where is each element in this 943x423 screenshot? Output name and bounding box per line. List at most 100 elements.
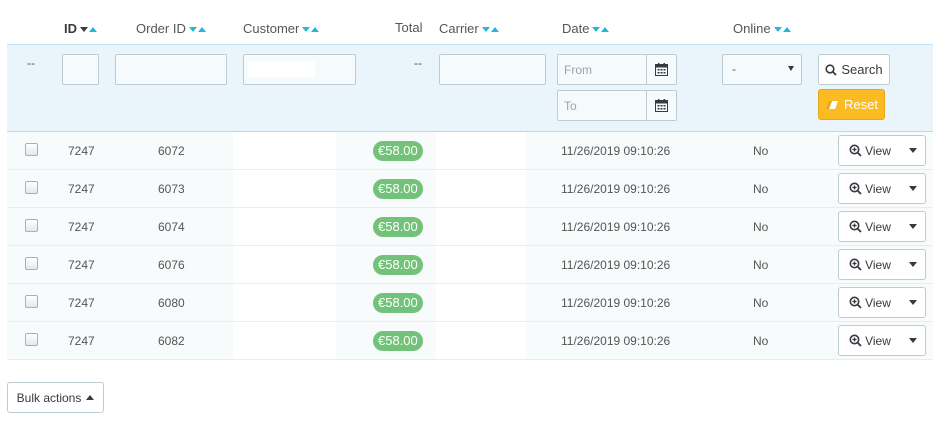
bulk-actions-button[interactable]: Bulk actions: [7, 382, 104, 413]
calendar-icon[interactable]: [646, 54, 677, 85]
row-id: 7247: [68, 182, 95, 196]
zoom-in-icon: [849, 220, 862, 233]
customer-filter-redaction: [248, 61, 315, 77]
total-badge: €58.00: [373, 293, 423, 313]
view-button[interactable]: View: [839, 174, 901, 203]
filter-total-dash: --: [414, 56, 422, 70]
row-date: 11/26/2019 09:10:26: [561, 182, 671, 196]
row-online: No: [753, 334, 769, 348]
total-badge: €58.00: [373, 179, 423, 199]
row-date: 11/26/2019 09:10:26: [561, 144, 671, 158]
row-id: 7247: [68, 144, 95, 158]
chevron-down-icon[interactable]: [901, 174, 925, 203]
view-button[interactable]: View: [839, 212, 901, 241]
row-actions: View: [838, 135, 926, 166]
row-checkbox[interactable]: [25, 219, 38, 232]
row-checkbox[interactable]: [25, 333, 38, 346]
col-id-header[interactable]: ID: [64, 20, 97, 36]
row-order-id: 6082: [158, 334, 185, 348]
row-actions: View: [838, 173, 926, 204]
date-from-input[interactable]: [557, 54, 647, 85]
filter-online-select[interactable]: -: [722, 54, 802, 85]
row-date: 11/26/2019 09:10:26: [561, 296, 671, 310]
table-header: ID Order ID Customer Total Carrier Date …: [0, 0, 933, 44]
row-actions: View: [838, 249, 926, 280]
zoom-in-icon: [849, 296, 862, 309]
chevron-down-icon[interactable]: [901, 250, 925, 279]
table-row: 7247 6082 €58.00 11/26/2019 09:10:26 No …: [7, 322, 933, 360]
row-checkbox[interactable]: [25, 257, 38, 270]
sort-icon[interactable]: [188, 20, 206, 35]
filter-checkbox-dash: --: [27, 56, 35, 70]
row-id: 7247: [68, 220, 95, 234]
col-online-header[interactable]: Online: [733, 20, 791, 36]
row-order-id: 6076: [158, 258, 185, 272]
view-button[interactable]: View: [839, 288, 901, 317]
row-actions: View: [838, 211, 926, 242]
col-customer-header[interactable]: Customer: [243, 20, 320, 36]
sort-icon[interactable]: [592, 20, 610, 35]
chevron-down-icon[interactable]: [901, 326, 925, 355]
total-badge: €58.00: [373, 217, 423, 237]
reset-button[interactable]: Reset: [818, 89, 885, 120]
row-online: No: [753, 220, 769, 234]
row-date: 11/26/2019 09:10:26: [561, 220, 671, 234]
chevron-up-icon: [86, 395, 95, 400]
col-total-header: Total: [395, 20, 423, 35]
sort-icon[interactable]: [302, 20, 320, 35]
row-order-id: 6073: [158, 182, 185, 196]
date-from-group: [557, 54, 677, 85]
row-actions: View: [838, 287, 926, 318]
filter-carrier-input[interactable]: [439, 54, 546, 85]
sort-icon[interactable]: [773, 20, 791, 35]
date-to-input[interactable]: [557, 90, 647, 121]
search-icon: [825, 63, 838, 76]
view-button[interactable]: View: [839, 250, 901, 279]
row-order-id: 6074: [158, 220, 185, 234]
filter-id-input[interactable]: [62, 54, 99, 85]
filter-row: -- -- - Search Reset: [7, 44, 933, 132]
view-button[interactable]: View: [839, 136, 901, 165]
col-carrier-header[interactable]: Carrier: [439, 20, 499, 36]
search-button[interactable]: Search: [818, 54, 890, 85]
eraser-icon: [826, 100, 839, 109]
sort-icon[interactable]: [481, 20, 499, 35]
table-row: 7247 6073 €58.00 11/26/2019 09:10:26 No …: [7, 170, 933, 208]
row-online: No: [753, 144, 769, 158]
zoom-in-icon: [849, 144, 862, 157]
chevron-down-icon[interactable]: [901, 288, 925, 317]
chevron-down-icon[interactable]: [901, 136, 925, 165]
total-badge: €58.00: [373, 331, 423, 351]
row-order-id: 6072: [158, 144, 185, 158]
sort-icon[interactable]: [80, 20, 97, 35]
row-online: No: [753, 182, 769, 196]
total-badge: €58.00: [373, 255, 423, 275]
row-online: No: [753, 296, 769, 310]
date-to-group: [557, 90, 677, 121]
chevron-down-icon[interactable]: [901, 212, 925, 241]
row-online: No: [753, 258, 769, 272]
row-id: 7247: [68, 296, 95, 310]
row-checkbox[interactable]: [25, 295, 38, 308]
row-date: 11/26/2019 09:10:26: [561, 258, 671, 272]
zoom-in-icon: [849, 258, 862, 271]
chevron-down-icon: [788, 66, 794, 71]
row-order-id: 6080: [158, 296, 185, 310]
row-actions: View: [838, 325, 926, 356]
filter-order-id-input[interactable]: [115, 54, 227, 85]
row-date: 11/26/2019 09:10:26: [561, 334, 671, 348]
zoom-in-icon: [849, 182, 862, 195]
row-id: 7247: [68, 334, 95, 348]
row-id: 7247: [68, 258, 95, 272]
calendar-icon[interactable]: [646, 90, 677, 121]
row-checkbox[interactable]: [25, 143, 38, 156]
view-button[interactable]: View: [839, 326, 901, 355]
total-badge: €58.00: [373, 141, 423, 161]
zoom-in-icon: [849, 334, 862, 347]
table-row: 7247 6072 €58.00 11/26/2019 09:10:26 No …: [7, 132, 933, 170]
table-row: 7247 6080 €58.00 11/26/2019 09:10:26 No …: [7, 284, 933, 322]
table-row: 7247 6074 €58.00 11/26/2019 09:10:26 No …: [7, 208, 933, 246]
col-date-header[interactable]: Date: [562, 20, 610, 36]
row-checkbox[interactable]: [25, 181, 38, 194]
col-order-id-header[interactable]: Order ID: [136, 20, 206, 36]
